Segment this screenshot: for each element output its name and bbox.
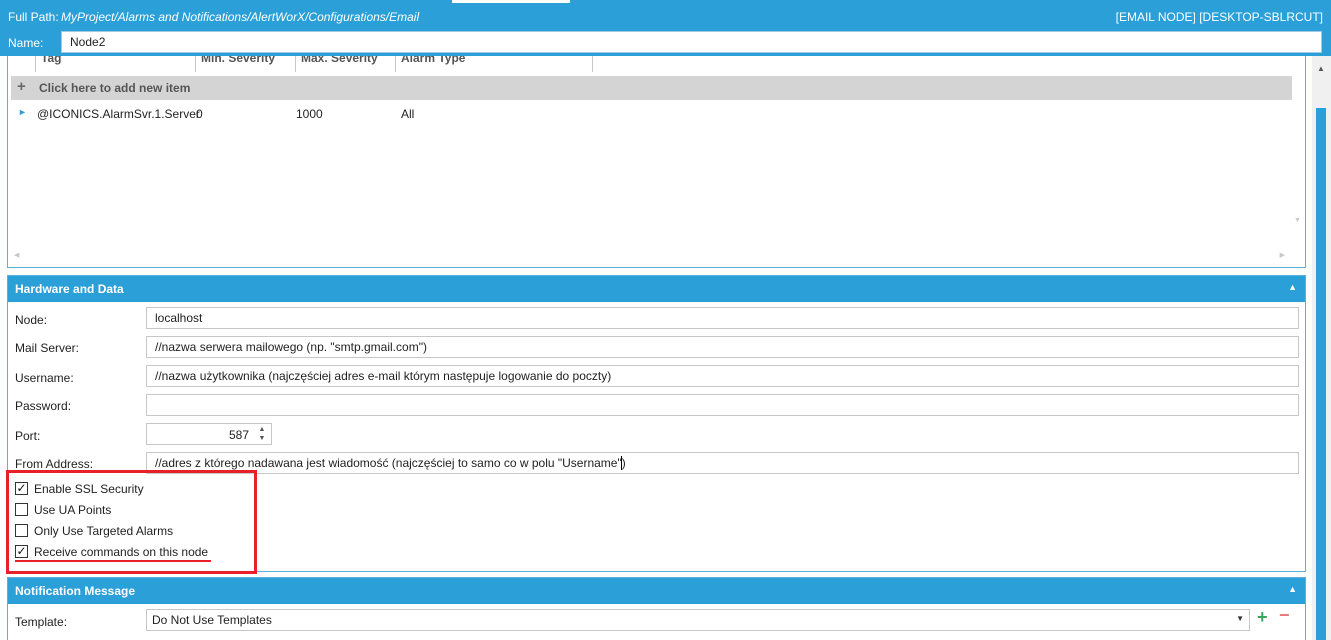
- from-address-field[interactable]: //adres z którego nadawana jest wiadomoś…: [146, 452, 1299, 474]
- chevron-down-icon[interactable]: ▼: [1236, 614, 1244, 623]
- expand-row-icon[interactable]: ►: [18, 107, 27, 117]
- grid-horizontal-scrollbar[interactable]: ◀ ▶: [8, 249, 1305, 261]
- hardware-and-data-header[interactable]: Hardware and Data ▲: [8, 276, 1305, 302]
- configuration-content: Tag Min. Severity Max. Severity Alarm Ty…: [0, 56, 1312, 640]
- column-header-min-severity[interactable]: Min. Severity: [195, 56, 295, 72]
- grid-header: Tag Min. Severity Max. Severity Alarm Ty…: [8, 56, 1305, 72]
- port-stepper[interactable]: 587 ▲ ▼: [146, 423, 272, 445]
- template-label: Template:: [15, 615, 68, 629]
- notification-message-header[interactable]: Notification Message ▲: [8, 578, 1305, 604]
- alarm-subscriptions-grid: Tag Min. Severity Max. Severity Alarm Ty…: [7, 56, 1306, 268]
- cell-tag: @ICONICS.AlarmSvr.1.Server: [37, 107, 200, 121]
- table-row[interactable]: ► @ICONICS.AlarmSvr.1.Server 0 1000 All: [11, 104, 1292, 124]
- hardware-and-data-title: Hardware and Data: [15, 282, 124, 296]
- full-path-value: MyProject/Alarms and Notifications/Alert…: [61, 10, 420, 24]
- password-field[interactable]: [146, 394, 1299, 416]
- scroll-left-icon[interactable]: ◀: [14, 251, 19, 259]
- from-address-label: From Address:: [15, 457, 94, 471]
- add-template-icon[interactable]: +: [1257, 607, 1268, 628]
- full-path-label: Full Path:: [8, 10, 59, 24]
- node-label: Node:: [15, 313, 48, 327]
- cell-alarm-type: All: [401, 107, 415, 121]
- notification-message-title: Notification Message: [15, 584, 136, 598]
- scroll-down-icon[interactable]: ▼: [1294, 217, 1301, 224]
- page-vertical-scrollbar[interactable]: ▲: [1312, 56, 1331, 640]
- scrollbar-thumb[interactable]: [1316, 108, 1326, 640]
- plus-icon: +: [17, 78, 26, 95]
- highlight-underline: [15, 560, 211, 562]
- template-value: Do Not Use Templates: [152, 613, 272, 627]
- column-header-alarm-type[interactable]: Alarm Type: [395, 56, 593, 72]
- from-address-value: //adres z którego nadawana jest wiadomoś…: [155, 456, 626, 470]
- highlight-annotation-box: [6, 470, 257, 574]
- scroll-right-icon[interactable]: ▶: [1280, 251, 1285, 259]
- cell-max-severity: 1000: [296, 107, 323, 121]
- username-field[interactable]: //nazwa użytkownika (najczęściej adres e…: [146, 365, 1299, 387]
- name-label: Name:: [8, 36, 44, 50]
- remove-template-icon[interactable]: −: [1279, 605, 1290, 626]
- spin-updown-icon[interactable]: ▲ ▼: [257, 425, 267, 443]
- cell-min-severity: 0: [196, 107, 203, 121]
- text-caret: [621, 456, 622, 470]
- port-value: 587: [228, 428, 249, 442]
- port-label: Port:: [15, 429, 41, 443]
- column-header-max-severity[interactable]: Max. Severity: [295, 56, 395, 72]
- notification-message-panel: Notification Message ▲ Template: Do Not …: [7, 577, 1306, 640]
- mail-server-field[interactable]: //nazwa serwera mailowego (np. "smtp.gma…: [146, 336, 1299, 358]
- active-tab-indicator: [452, 0, 570, 3]
- node-identity: [EMAIL NODE] [DESKTOP-SBLRCUT]: [1115, 10, 1323, 24]
- node-field[interactable]: localhost: [146, 307, 1299, 329]
- header-bar: Full Path: MyProject/Alarms and Notifica…: [0, 0, 1331, 56]
- scroll-up-icon[interactable]: ▲: [1317, 64, 1325, 73]
- name-input[interactable]: Node2: [61, 31, 1322, 53]
- mail-server-label: Mail Server:: [15, 341, 80, 355]
- collapse-icon[interactable]: ▲: [1288, 282, 1297, 292]
- collapse-icon[interactable]: ▲: [1288, 584, 1297, 594]
- grid-vertical-scrollbar[interactable]: ▼: [1291, 56, 1303, 246]
- username-label: Username:: [15, 371, 74, 385]
- password-label: Password:: [15, 399, 72, 413]
- add-new-item-label: Click here to add new item: [39, 81, 191, 95]
- add-new-item-row[interactable]: + Click here to add new item: [11, 76, 1292, 100]
- column-header-tag[interactable]: Tag: [35, 56, 195, 72]
- template-select[interactable]: Do Not Use Templates ▼: [146, 609, 1250, 631]
